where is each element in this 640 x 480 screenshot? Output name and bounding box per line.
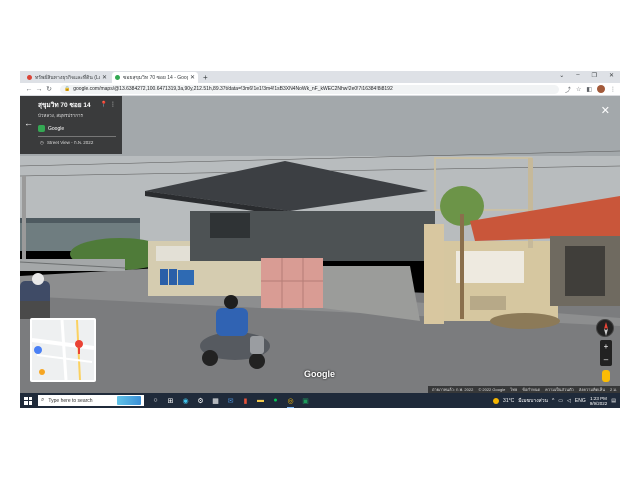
footer-copyright: © 2022 Google [478,387,506,392]
maximize-button[interactable]: ❐ [592,72,597,79]
weather-sun-icon [493,397,500,404]
network-icon[interactable]: ▭ [558,398,563,404]
location-info-card: ← สุขุมวิท 70 ซอย 14 บัวหลวง, สมุทรปรากา… [20,96,122,154]
task-view-icon[interactable]: ○ [150,395,161,406]
start-windows-icon[interactable] [24,396,32,405]
history-clock-icon: ◷ [40,139,44,145]
volume-icon[interactable]: ◁ [567,398,571,404]
footer-captured: ถ่ายภาพแล้ว: ก.พ. 2022 [432,387,474,392]
footer-scale: 2 ม. [610,387,618,392]
street-view-footer: ถ่ายภาพแล้ว: ก.พ. 2022 © 2022 Google ไทย… [428,386,620,393]
windows-taskbar: ⌕ Type here to search ○ ⊞ ◉ ⚙ ▦ ✉ ▮ ▬ ● … [20,393,620,408]
forward-icon[interactable]: → [34,86,44,93]
new-tab-button[interactable]: + [203,72,208,83]
date-row[interactable]: ◷ Street View - ก.พ. 2022 [40,139,93,146]
language-indicator[interactable]: ENG [575,398,586,404]
close-window-button[interactable]: ✕ [609,72,614,79]
minimap[interactable] [30,318,96,382]
line-icon[interactable]: ● [270,395,281,406]
compass-icon[interactable] [596,319,614,337]
maps-favicon-icon [115,75,120,80]
close-tab-icon[interactable]: ✕ [190,74,195,81]
provider-label: Google [48,125,65,132]
browser-tab-bar: ทรัพย์สินทางธุรกิจและที่ดิน (LandsMap) ✕… [20,71,620,83]
minimap-image [32,320,94,380]
zoom-out-button[interactable]: – [604,355,608,364]
url-field[interactable]: 🔒 google.com/maps/@13.6384272,100.647131… [60,84,559,94]
settings-gear-icon[interactable]: ⚙ [195,395,206,406]
taskbar-search-box[interactable]: ⌕ Type here to search [38,395,144,406]
chrome-icon[interactable]: ◎ [285,395,296,408]
tab-title: ซอยสุขุมวิท 70 ซอย 14 - Google Maps [123,74,188,81]
google-maps-icon [38,125,45,132]
file-explorer-icon[interactable]: ▬ [255,395,266,406]
tab-title: ทรัพย์สินทางธุรกิจและที่ดิน (LandsMap) [35,74,100,81]
bookmark-star-icon[interactable]: ☆ [576,86,581,93]
mail-icon[interactable]: ✉ [225,395,236,406]
tray-chevron-icon[interactable]: ^ [552,398,554,404]
extensions-icon[interactable]: ◧ [586,86,592,93]
search-highlight-image [117,396,141,405]
screen: ทรัพย์สินทางธุรกิจและที่ดิน (LandsMap) ✕… [20,71,620,408]
street-view-pane[interactable]: ← สุขุมวิท 70 ซอย 14 บัวหลวง, สมุทรปรากา… [20,96,620,393]
window-controls: ⌄ – ❐ ✕ [559,72,614,79]
pegman-icon[interactable] [602,370,610,382]
zoom-controls: + – [600,340,612,366]
more-options-icon[interactable]: ⋮ [110,101,116,108]
edge-icon[interactable]: ◉ [180,395,191,406]
landsmap-favicon-icon [27,75,32,80]
menu-dots-icon[interactable]: ⋮ [610,86,616,93]
clock-date: 9/9/2022 [589,400,608,406]
minimize-button[interactable]: – [576,72,579,79]
footer-privacy-link[interactable]: ความเป็นส่วนตัว [545,386,574,393]
address-bar: ← → ↻ 🔒 google.com/maps/@13.6384272,100.… [20,83,620,96]
weather-temp[interactable]: 31°C [503,398,514,404]
share-icon[interactable]: ⤴ [565,85,571,94]
calendar-icon[interactable]: ▦ [210,395,221,406]
search-placeholder: Type here to search [48,397,93,404]
reload-icon[interactable]: ↻ [44,85,54,93]
tab-search-icon[interactable]: ⌄ [559,72,564,79]
notifications-icon[interactable]: ▤ [611,398,616,404]
url-text: google.com/maps/@13.6384272,100.6471319,… [73,86,393,92]
profile-avatar[interactable] [597,85,605,93]
location-pin-icon[interactable]: 📍 [100,101,107,108]
excel-icon[interactable]: ▣ [300,395,311,406]
search-icon: ⌕ [41,397,45,403]
close-street-view-button[interactable]: ✕ [601,104,610,117]
lock-icon: 🔒 [64,86,71,92]
footer-terms-link[interactable]: ข้อกำหนด [522,386,540,393]
footer-feedback-link[interactable]: ส่งความคิดเห็น [579,386,605,393]
divider [38,136,116,137]
zoom-in-button[interactable]: + [604,342,609,351]
toolbar-icons: ⤴ ☆ ◧ ⋮ [565,85,616,94]
clock[interactable]: 1:23 PM 9/9/2022 [590,396,608,406]
weather-text[interactable]: มีเมฆบางส่วน [518,397,548,405]
system-tray: 31°C มีเมฆบางส่วน ^ ▭ ◁ ENG 1:23 PM 9/9/… [493,393,616,408]
google-watermark: Google [304,369,335,379]
taskbar-apps: ○ ⊞ ◉ ⚙ ▦ ✉ ▮ ▬ ● ◎ ▣ [150,395,311,408]
back-icon[interactable]: ← [24,86,34,93]
tab-google-maps[interactable]: ซอยสุขุมวิท 70 ซอย 14 - Google Maps ✕ [112,72,198,83]
capture-date: Street View - ก.พ. 2022 [46,140,94,145]
back-arrow-icon[interactable]: ← [24,118,33,128]
close-tab-icon[interactable]: ✕ [102,74,107,81]
location-subtitle: บัวหลวง, สมุทรปราการ [38,113,83,118]
tab-landsmap[interactable]: ทรัพย์สินทางธุรกิจและที่ดิน (LandsMap) ✕ [24,72,110,83]
footer-language-link[interactable]: ไทย [510,386,517,393]
widgets-icon[interactable]: ⊞ [165,395,176,406]
provider-row: Google [38,125,117,132]
office-icon[interactable]: ▮ [240,395,251,406]
